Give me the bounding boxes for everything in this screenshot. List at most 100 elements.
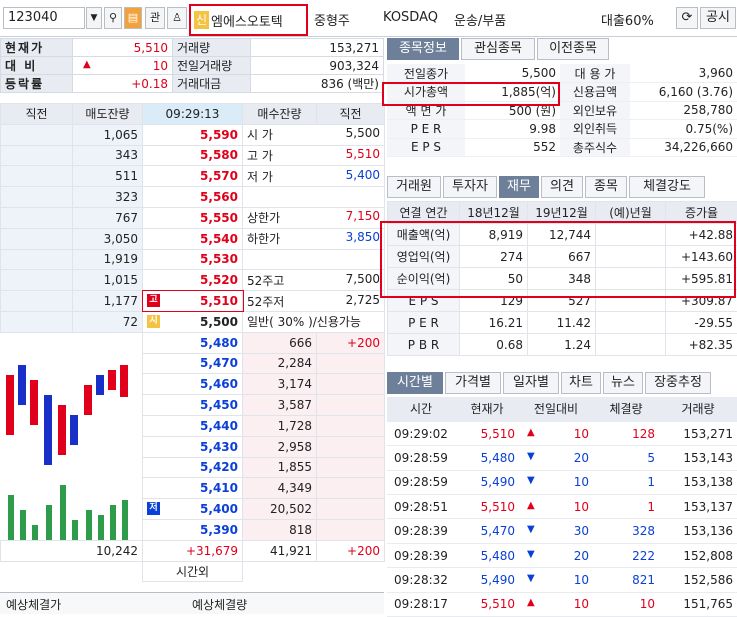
ask-qty[interactable]: 1,065 (73, 124, 143, 145)
bid-price[interactable]: 저5,400 (143, 499, 243, 520)
ask-price[interactable]: 5,520 (143, 270, 243, 291)
trade-total: 153,138 (659, 470, 737, 494)
ask-row: 3235,560 (1, 187, 385, 208)
ask-qty[interactable]: 511 (73, 166, 143, 187)
ask-qty[interactable]: 1,919 (73, 249, 143, 270)
tab-3[interactable]: 의견 (541, 176, 583, 198)
chart-button[interactable]: ▤ (124, 7, 142, 29)
ask-qty[interactable]: 323 (73, 187, 143, 208)
ask-price[interactable]: 5,570 (143, 166, 243, 187)
tab-5[interactable]: 체결강도 (629, 176, 705, 198)
tab-2[interactable]: 일자별 (503, 372, 559, 394)
tab-0[interactable]: 시간별 (387, 372, 443, 394)
bid-price-value: 5,440 (200, 419, 238, 433)
summary-label: 대 비 (1, 57, 73, 75)
ask-price[interactable]: 고5,510 (143, 291, 243, 312)
bid-qty[interactable]: 2,958 (243, 436, 317, 457)
disclosure-button[interactable]: 공시 (700, 7, 736, 29)
after-hours-button[interactable]: 시간외 (143, 561, 243, 582)
ask-prev-cell (1, 187, 73, 208)
bid-price-value: 5,420 (200, 460, 238, 474)
tab-1[interactable]: 투자자 (443, 176, 497, 198)
orderbook-header-time: 09:29:13 (143, 104, 243, 125)
orderbook-header: 직전매도잔량09:29:13매수잔량직전 (1, 104, 385, 125)
ask-price[interactable]: 5,590 (143, 124, 243, 145)
bid-qty[interactable]: 20,502 (243, 499, 317, 520)
ask-price[interactable]: 5,560 (143, 187, 243, 208)
ask-price[interactable]: 5,550 (143, 207, 243, 228)
bid-price[interactable]: 5,420 (143, 457, 243, 478)
gwan-button[interactable]: 관 (145, 7, 165, 29)
ask-price-value: 5,510 (200, 294, 238, 308)
tab-2[interactable]: 이전종목 (537, 38, 609, 60)
stock-name-box[interactable]: 신 엠에스오토텍 (189, 4, 308, 36)
bid-qty[interactable]: 3,587 (243, 395, 317, 416)
trade-price: 5,510 (455, 495, 519, 519)
tab-2[interactable]: 재무 (499, 176, 539, 198)
ask-price[interactable]: 5,540 (143, 228, 243, 249)
trade-time: 09:28:51 (387, 495, 455, 519)
ask-price[interactable]: 5,530 (143, 249, 243, 270)
bid-total-extra: +200 (317, 540, 385, 561)
tab-4[interactable]: 뉴스 (603, 372, 643, 394)
ask-row: 7675,550상한가7,150 (1, 207, 385, 228)
chevron-down-icon: ▼ (91, 13, 98, 23)
info-value: 5,510 (346, 147, 380, 161)
finance-row: P E R16.2111.42-29.55 (388, 312, 737, 334)
bid-qty[interactable]: 818 (243, 519, 317, 540)
bid-qty[interactable]: 1,855 (243, 457, 317, 478)
info-value: 34,226,660 (630, 138, 737, 157)
candle-bar (58, 405, 66, 455)
tab-0[interactable]: 거래원 (387, 176, 441, 198)
tab-1[interactable]: 관심종목 (461, 38, 535, 60)
bid-qty[interactable]: 666 (243, 332, 317, 353)
search-icon: ⚲ (109, 11, 117, 24)
orderbook-header-prev2[interactable]: 직전 (317, 104, 385, 125)
bid-qty[interactable]: 2,284 (243, 353, 317, 374)
stock-code-input[interactable]: 123040 (3, 7, 85, 29)
summary-number: 5,510 (134, 41, 168, 55)
candle-bar (108, 370, 116, 390)
refresh-button[interactable]: ⟳ (676, 7, 698, 29)
ask-price-value: 5,550 (200, 211, 238, 225)
ask-qty[interactable]: 72 (73, 311, 143, 332)
bid-price[interactable]: 5,390 (143, 519, 243, 540)
code-dropdown-button[interactable]: ▼ (86, 7, 102, 29)
tab-5[interactable]: 장중추정 (645, 372, 711, 394)
trade-price: 5,490 (455, 470, 519, 494)
info-value: 0.75(%) (630, 120, 737, 139)
person-button[interactable]: ♙ (167, 7, 187, 29)
blank-cell (1, 561, 143, 582)
ask-qty[interactable]: 767 (73, 207, 143, 228)
bid-qty[interactable]: 1,728 (243, 415, 317, 436)
top-toolbar: 123040 ▼ ⚲ ▤ 관 ♙ 신 엠에스오토텍 중형주 KOSDAQ 운송/… (0, 0, 737, 37)
bid-qty[interactable]: 3,174 (243, 374, 317, 395)
ask-prev-cell (1, 166, 73, 187)
search-button[interactable]: ⚲ (104, 7, 122, 29)
bid-price[interactable]: 5,470 (143, 353, 243, 374)
tab-4[interactable]: 종목 (585, 176, 627, 198)
bid-qty[interactable]: 4,349 (243, 478, 317, 499)
info-tabbar: 종목정보관심종목이전종목 (387, 38, 737, 62)
bid-price[interactable]: 5,450 (143, 395, 243, 416)
ask-price[interactable]: 시5,500 (143, 311, 243, 332)
ask-price[interactable]: 5,580 (143, 145, 243, 166)
volume-bar (98, 515, 104, 540)
bid-price[interactable]: 5,410 (143, 478, 243, 499)
ask-qty[interactable]: 3,050 (73, 228, 143, 249)
tab-3[interactable]: 차트 (561, 372, 601, 394)
ask-qty[interactable]: 343 (73, 145, 143, 166)
down-arrow-icon: ▼ (527, 573, 535, 584)
bid-price[interactable]: 5,460 (143, 374, 243, 395)
bid-price[interactable]: 5,430 (143, 436, 243, 457)
tab-0[interactable]: 종목정보 (387, 38, 459, 60)
ask-qty[interactable]: 1,015 (73, 270, 143, 291)
bid-price[interactable]: 5,440 (143, 415, 243, 436)
ask-qty[interactable]: 1,177 (73, 291, 143, 312)
candle-bar (120, 365, 128, 397)
bid-price[interactable]: 5,480 (143, 332, 243, 353)
bid-extra (317, 415, 385, 436)
bid-extra: +200 (317, 332, 385, 353)
orderbook-header-prev[interactable]: 직전 (1, 104, 73, 125)
tab-1[interactable]: 가격별 (445, 372, 501, 394)
